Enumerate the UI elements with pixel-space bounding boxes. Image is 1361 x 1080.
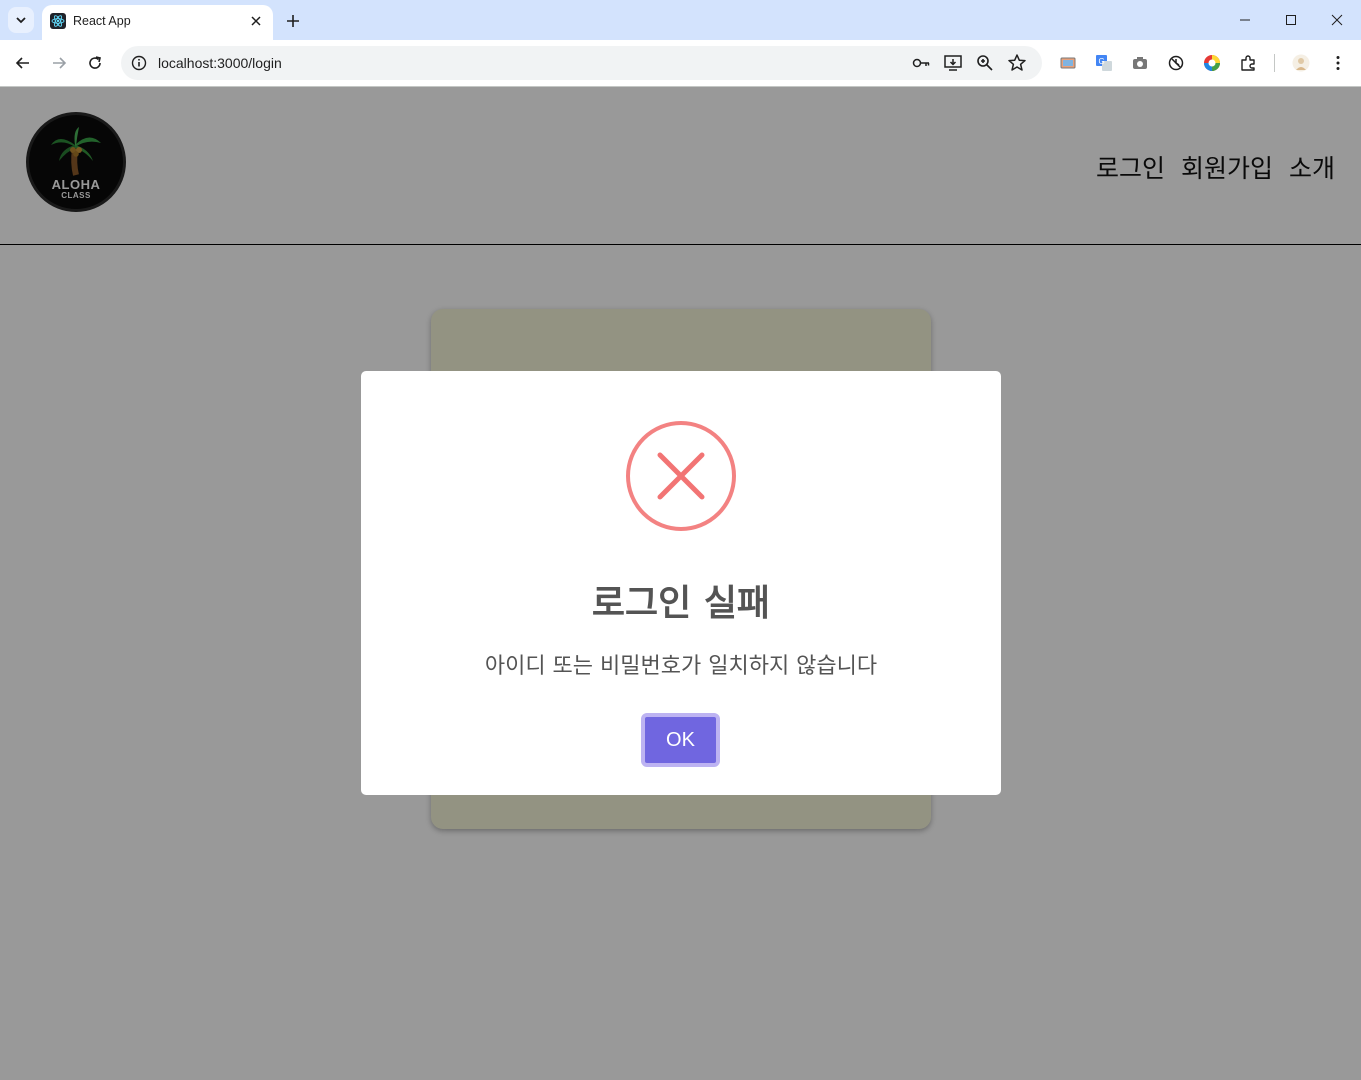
- chevron-down-icon: [16, 17, 26, 24]
- history-extension-icon[interactable]: [1166, 53, 1186, 73]
- toolbar-separator: [1274, 54, 1275, 72]
- color-picker-extension-icon[interactable]: [1202, 53, 1222, 73]
- reload-button[interactable]: [82, 50, 108, 76]
- camera-extension-icon[interactable]: [1130, 53, 1150, 73]
- error-x-icon: [626, 421, 736, 531]
- install-app-icon[interactable]: [943, 53, 963, 73]
- dialog-message: 아이디 또는 비밀번호가 일치하지 않습니다: [484, 654, 878, 679]
- new-tab-button[interactable]: [282, 10, 304, 32]
- maximize-button[interactable]: [1268, 0, 1314, 40]
- tab-title: React App: [73, 14, 131, 28]
- back-button[interactable]: [10, 50, 36, 76]
- arrow-right-icon: [53, 57, 67, 69]
- site-info-icon[interactable]: [129, 53, 149, 73]
- plus-icon: [287, 15, 299, 27]
- browser-menu-icon[interactable]: [1328, 53, 1348, 73]
- page-viewport: ALOHA CLASS 로그인 회원가입 소개 로그인 실패 아이디 또는 비밀…: [0, 87, 1361, 1080]
- maximize-icon: [1286, 15, 1296, 25]
- ok-button[interactable]: OK: [641, 713, 720, 767]
- extensions-puzzle-icon[interactable]: [1238, 53, 1258, 73]
- cast-extension-icon[interactable]: [1058, 53, 1078, 73]
- tab-close-button[interactable]: [247, 12, 265, 30]
- url-text: localhost:3000/login: [158, 55, 282, 71]
- zoom-icon[interactable]: [975, 53, 995, 73]
- close-icon: [251, 16, 261, 26]
- window-close-button[interactable]: [1314, 0, 1360, 40]
- reload-icon: [89, 56, 101, 69]
- browser-toolbar: localhost:3000/login G: [0, 40, 1361, 87]
- ok-button-label: OK: [666, 728, 695, 751]
- close-icon: [1331, 14, 1343, 26]
- dialog-title: 로그인 실패: [591, 583, 771, 624]
- error-dialog: 로그인 실패 아이디 또는 비밀번호가 일치하지 않습니다 OK: [361, 371, 1001, 795]
- translate-extension-icon[interactable]: G: [1094, 53, 1114, 73]
- minimize-icon: [1240, 19, 1250, 21]
- profile-avatar-icon[interactable]: [1291, 53, 1311, 73]
- address-bar[interactable]: localhost:3000/login: [121, 46, 1042, 80]
- svg-text:G: G: [1099, 57, 1105, 66]
- arrow-left-icon: [15, 57, 29, 69]
- browser-tab[interactable]: React App: [42, 5, 273, 40]
- react-favicon-icon: [50, 13, 66, 29]
- tab-search-button[interactable]: [8, 7, 34, 33]
- minimize-button[interactable]: [1222, 0, 1268, 40]
- forward-button[interactable]: [46, 50, 72, 76]
- bookmark-star-icon[interactable]: [1007, 53, 1027, 73]
- password-key-icon[interactable]: [911, 53, 931, 73]
- browser-tab-bar: React App: [0, 0, 1361, 40]
